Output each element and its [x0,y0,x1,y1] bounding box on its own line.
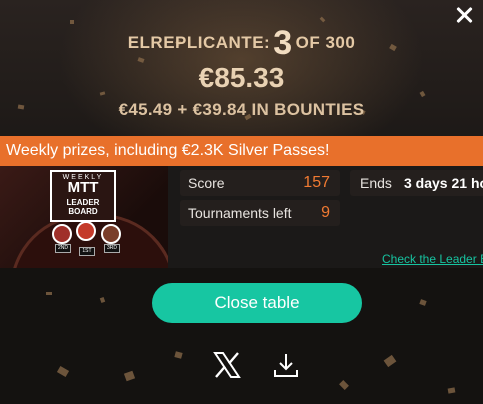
score-stat: Score 157 [180,170,340,196]
tournaments-left-stat: Tournaments left 9 [180,200,340,226]
place-badge: 3RD [104,244,120,253]
score-label: Score [188,175,225,191]
x-share-icon[interactable] [212,350,242,380]
leaderboard-image: WEEKLY MTT LEADER BOARD 2ND 1ST 3RD [0,166,168,268]
ends-value: 3 days 21 hou [404,175,483,191]
finish-position: 3 [273,24,293,62]
ends-label: Ends [360,175,392,191]
tournaments-left-value: 9 [321,204,330,221]
field-size: OF 300 [295,33,356,52]
download-icon[interactable] [271,350,301,380]
bounty-breakdown: €45.49 + €39.84 IN BOUNTIES [118,100,365,119]
avatar [101,224,121,244]
player-label: ELREPLICANTE: [127,33,271,52]
logo-line-leaderboard: LEADER BOARD [66,198,100,216]
check-leaderboard-link[interactable]: Check the Leader B [382,252,483,266]
place-badge: 1ST [79,247,95,256]
close-table-button[interactable]: Close table [152,283,362,323]
place-badge: 2ND [55,244,71,253]
tournaments-left-label: Tournaments left [188,205,292,221]
prize-amount: €85.33 [198,62,285,93]
promo-banner: Weekly prizes, including €2.3K Silver Pa… [0,136,483,166]
score-value: 157 [303,174,330,191]
avatar [52,224,72,244]
ends-stat: Ends 3 days 21 hou [350,170,483,196]
avatar [76,221,96,241]
leaderboard-logo: WEEKLY MTT LEADER BOARD [50,170,116,222]
promo-banner-text: Weekly prizes, including €2.3K Silver Pa… [6,142,330,159]
rank-line: ELREPLICANTE:3 OF 300 [0,24,483,63]
logo-line-mtt: MTT [67,179,99,196]
